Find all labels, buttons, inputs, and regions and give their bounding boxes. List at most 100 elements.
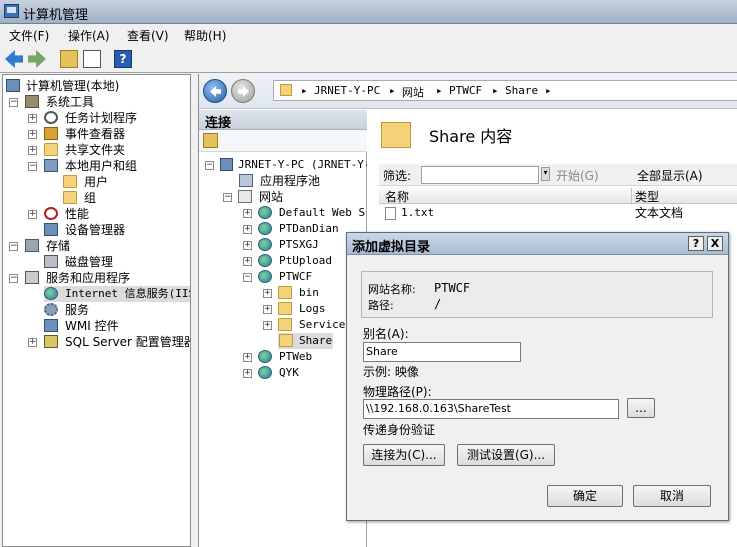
expand-icon[interactable]: + (243, 257, 252, 266)
app-icon (4, 4, 19, 18)
computer-icon (6, 79, 20, 92)
console-tree: 计算机管理(本地) − 系统工具 + 任务计划程序 + 事件查看器 + 共享文件… (2, 74, 191, 547)
alias-label: 别名(A): (363, 327, 409, 341)
site-name-label: 网站名称: (368, 283, 416, 296)
folder-icon (278, 286, 292, 299)
services-apps-icon (25, 271, 39, 284)
server-icon (220, 158, 233, 171)
up-folder-icon[interactable] (60, 50, 78, 68)
browse-button[interactable]: ... (627, 398, 655, 418)
physical-path-input[interactable]: \\192.168.0.163\ShareTest (363, 399, 619, 419)
menu-file[interactable]: 文件(F) (9, 27, 49, 44)
app-pool-icon (239, 174, 253, 187)
collapse-icon[interactable]: − (9, 274, 18, 283)
breadcrumb-sites[interactable]: 网站 (402, 84, 424, 100)
add-virtual-directory-dialog: 添加虚拟目录 ? X 网站名称: PTWCF 路径: / 别名(A): Shar… (346, 232, 729, 521)
collapse-icon[interactable]: − (9, 242, 18, 251)
menu-action[interactable]: 操作(A) (68, 27, 110, 44)
expand-icon[interactable]: + (263, 305, 272, 314)
window-title: 计算机管理 (23, 8, 89, 23)
show-all-button[interactable]: 全部显示(A) (637, 167, 703, 184)
expand-icon[interactable]: + (28, 130, 37, 139)
cancel-button[interactable]: 取消 (633, 485, 711, 507)
expand-icon[interactable]: + (243, 369, 252, 378)
conn-folder-share[interactable]: Share (278, 333, 333, 349)
forward-button[interactable] (231, 79, 255, 103)
expand-icon[interactable]: + (28, 338, 37, 347)
list-item[interactable]: 1.txt 文本文档 (385, 205, 737, 221)
collapse-icon[interactable]: − (223, 193, 232, 202)
menu-help[interactable]: 帮助(H) (184, 27, 226, 44)
globe-icon (258, 254, 272, 267)
connections-header: 连接 (199, 110, 367, 131)
help-button[interactable]: ? (688, 236, 704, 251)
expand-icon[interactable]: + (28, 210, 37, 219)
dialog-title: 添加虚拟目录 (352, 240, 431, 255)
breadcrumb[interactable]: ▸ JRNET-Y-PC ▸ 网站 ▸ PTWCF ▸ Share ▸ (273, 80, 737, 101)
wmi-icon (44, 319, 58, 332)
breadcrumb-server[interactable]: JRNET-Y-PC (314, 84, 380, 97)
expand-icon[interactable]: + (28, 146, 37, 155)
content-title: Share 内容 (429, 127, 513, 146)
collapse-icon[interactable]: − (28, 162, 37, 171)
folder-large-icon (381, 122, 411, 148)
expand-icon[interactable]: + (28, 114, 37, 123)
expand-icon[interactable]: + (263, 289, 272, 298)
expand-icon[interactable]: + (243, 209, 252, 218)
physical-path-label: 物理路径(P): (363, 385, 432, 399)
folder-icon (279, 334, 293, 347)
globe-icon (258, 270, 272, 283)
path-value: / (434, 297, 442, 311)
close-button[interactable]: X (707, 236, 723, 251)
filter-label: 筛选: (383, 169, 412, 183)
gear-icon (44, 303, 58, 316)
breadcrumb-site[interactable]: PTWCF (449, 84, 482, 97)
test-settings-button[interactable]: 测试设置(G)... (457, 444, 555, 466)
breadcrumb-folder[interactable]: Share (505, 84, 538, 97)
collapse-icon[interactable]: − (205, 161, 214, 170)
menu-view[interactable]: 查看(V) (127, 27, 169, 44)
globe-icon (258, 366, 272, 379)
start-button[interactable]: 开始(G) (556, 167, 599, 184)
connect-as-button[interactable]: 连接为(C)... (363, 444, 445, 466)
address-bar: ▸ JRNET-Y-PC ▸ 网站 ▸ PTWCF ▸ Share ▸ (199, 74, 737, 109)
toolbar: ? (0, 46, 737, 73)
show-hide-tree-icon[interactable] (83, 50, 101, 68)
folder-icon (278, 318, 292, 331)
connect-icon[interactable] (203, 133, 218, 148)
col-name[interactable]: 名称 (385, 188, 409, 205)
globe-icon (258, 222, 272, 235)
forward-arrow-icon[interactable] (28, 50, 46, 68)
folder-icon (63, 175, 77, 188)
folder-icon (280, 84, 292, 96)
collapse-icon[interactable]: − (243, 273, 252, 282)
example-label: 示例: 映像 (363, 365, 419, 379)
help-icon[interactable]: ? (114, 50, 132, 68)
users-icon (44, 159, 58, 172)
collapse-icon[interactable]: − (9, 98, 18, 107)
globe-icon (258, 350, 272, 363)
sites-icon (238, 190, 252, 203)
tree-item-iis[interactable]: Internet 信息服务(IIS (44, 286, 190, 302)
expand-icon[interactable]: + (243, 225, 252, 234)
shared-folder-icon (44, 143, 58, 156)
alias-input[interactable]: Share (363, 342, 521, 362)
back-button[interactable] (203, 79, 227, 103)
clock-icon (44, 111, 58, 124)
filter-dropdown-icon[interactable]: ▾ (541, 167, 550, 181)
back-arrow-icon[interactable] (5, 50, 23, 68)
expand-icon[interactable]: + (243, 353, 252, 362)
expand-icon[interactable]: + (243, 241, 252, 250)
connections-toolbar (199, 130, 367, 152)
connections-pane: 连接 − JRNET-Y-PC (JRNET-Y- 应用程序池 − 网站 + D… (199, 110, 372, 547)
folder-icon (63, 191, 77, 204)
col-type[interactable]: 类型 (631, 188, 659, 205)
filter-input[interactable] (421, 166, 539, 184)
title-bar: 计算机管理 (0, 0, 737, 24)
folder-icon (278, 302, 292, 315)
pane-splitter[interactable] (191, 74, 197, 547)
expand-icon[interactable]: + (263, 321, 272, 330)
ok-button[interactable]: 确定 (547, 485, 623, 507)
filter-bar: 筛选: ▾ 开始(G) 全部显示(A) (379, 164, 737, 186)
device-manager-icon (44, 223, 58, 236)
